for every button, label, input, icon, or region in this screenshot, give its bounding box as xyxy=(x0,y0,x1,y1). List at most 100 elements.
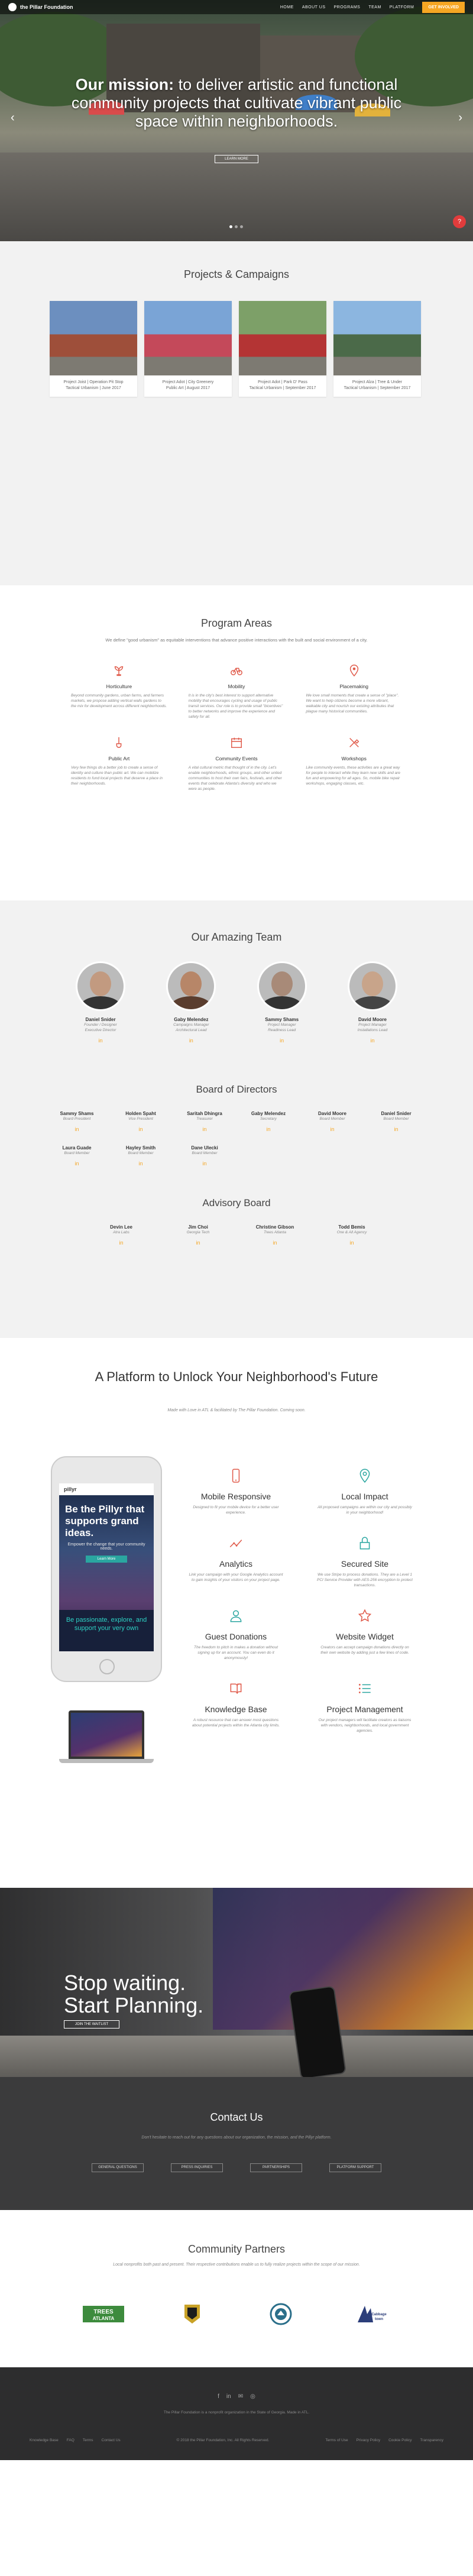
linkedin-icon[interactable]: in xyxy=(313,1240,390,1246)
team-member: David Moore Project Manager Installation… xyxy=(337,961,408,1044)
linkedin-icon[interactable]: in xyxy=(337,1038,408,1044)
footer-link-contact[interactable]: Contact Us xyxy=(102,2438,121,2442)
projects-grid: Project Joist | Operation Pit Stop Tactic… xyxy=(50,301,423,397)
programs-title: Program Areas xyxy=(200,617,273,629)
feature-name: Project Management xyxy=(326,1705,403,1714)
linkedin-icon[interactable]: in xyxy=(47,1161,106,1167)
person-name: Christine Gibson xyxy=(255,1224,294,1230)
footer-link-privacy[interactable]: Privacy Policy xyxy=(357,2438,380,2442)
linkedin-icon[interactable]: in xyxy=(303,1126,362,1132)
avatar xyxy=(257,961,307,1011)
next-slide-arrow-icon[interactable]: › xyxy=(458,111,462,125)
slide-dot[interactable] xyxy=(235,225,238,228)
partner-logo-badge[interactable] xyxy=(166,2301,219,2327)
linkedin-icon[interactable]: in xyxy=(237,1240,313,1246)
linkedin-icon[interactable]: in xyxy=(175,1126,234,1132)
footer-link-cookie[interactable]: Cookie Policy xyxy=(388,2438,412,2442)
partners-section: Community Partners Local nonprofits both… xyxy=(0,2210,473,2367)
footer-link-terms-of-use[interactable]: Terms of Use xyxy=(325,2438,348,2442)
program-horticulture: Horticulture Beyond community gardens, u… xyxy=(71,664,167,720)
feature-desc: We use Stripe to process donations. They… xyxy=(317,1573,413,1587)
person-role: Trees Atlanta xyxy=(264,1230,286,1234)
phone-mockup: pillyr Be the Pillyr that supports grand… xyxy=(51,1456,162,1682)
project-card[interactable]: Project Joist | Operation Pit Stop Tactic… xyxy=(50,301,137,397)
project-title: Project Alza | Tree & Under xyxy=(352,380,403,384)
feature-knowledge-base: Knowledge Base A robust resource that ca… xyxy=(182,1681,290,1733)
project-photo xyxy=(144,301,232,375)
person-role: Board Member xyxy=(319,1117,345,1121)
partner-logo-seal[interactable] xyxy=(254,2301,307,2327)
person-role: Vice President xyxy=(128,1117,153,1121)
project-meta: Tactical Urbanism | September 2017 xyxy=(249,386,316,390)
linkedin-icon[interactable]: in xyxy=(47,1126,106,1132)
linkedin-icon[interactable]: in xyxy=(367,1126,426,1132)
logo[interactable]: the Pillar Foundation xyxy=(8,3,73,11)
linkedin-icon[interactable]: in xyxy=(239,1126,298,1132)
feature-name: Analytics xyxy=(219,1559,253,1569)
instagram-icon[interactable]: ◎ xyxy=(250,2393,255,2400)
feature-website-widget: Website Widget Creators can accept campa… xyxy=(311,1608,419,1661)
feature-name: Secured Site xyxy=(341,1559,389,1569)
linkedin-icon[interactable]: in xyxy=(226,2393,231,2400)
slide-dot[interactable] xyxy=(229,225,232,228)
linkedin-icon[interactable]: in xyxy=(247,1038,318,1044)
team-member: Daniel Snider Founder / Designer Executi… xyxy=(65,961,136,1044)
press-inquiries-button[interactable]: Press Inquiries xyxy=(171,2163,223,2172)
person-role: Board Member xyxy=(383,1117,409,1121)
analytics-icon xyxy=(229,1540,242,1548)
project-photo xyxy=(333,301,421,375)
partnerships-button[interactable]: Partnerships xyxy=(250,2163,302,2172)
slide-dot[interactable] xyxy=(240,225,243,228)
general-questions-button[interactable]: General Questions xyxy=(92,2163,144,2172)
footer-link-knowledge-base[interactable]: Knowledge Base xyxy=(30,2438,59,2442)
feature-guest-donations: Guest Donations The freedom to pitch in … xyxy=(182,1608,290,1661)
person-name: Laura Guade xyxy=(62,1145,92,1151)
phone-learn-more-button[interactable]: Learn More xyxy=(86,1556,127,1563)
linkedin-icon[interactable]: in xyxy=(175,1161,234,1167)
feature-desc: Creators can accept campaign donations d… xyxy=(320,1645,409,1655)
help-chat-icon[interactable]: ? xyxy=(453,215,466,228)
member-role: Readiness Lead xyxy=(268,1028,296,1032)
nav-item-programs[interactable]: Programs xyxy=(333,5,360,9)
cta-banner: Stop waiting. Start Planning. Join the W… xyxy=(0,1888,473,2077)
linkedin-icon[interactable]: in xyxy=(111,1126,170,1132)
footer-link-terms[interactable]: Terms xyxy=(83,2438,93,2442)
linkedin-icon[interactable]: in xyxy=(83,1240,160,1246)
facebook-icon[interactable]: f xyxy=(218,2393,219,2400)
email-icon[interactable]: ✉ xyxy=(238,2393,243,2400)
list-icon xyxy=(358,1684,371,1693)
project-card[interactable]: Project Alza | Tree & Under Tactical Urba… xyxy=(333,301,421,397)
member-role: Executive Director xyxy=(85,1028,116,1032)
linkedin-icon[interactable]: in xyxy=(111,1161,170,1167)
partner-logo-trees-atlanta[interactable]: TREES ATLANTA xyxy=(77,2301,130,2327)
project-card[interactable]: Project Adot | Park D' Pass Tactical Urba… xyxy=(239,301,326,397)
program-desc: It is in the city's best interest to sup… xyxy=(188,694,283,719)
footer-link-transparency[interactable]: Transparency xyxy=(420,2438,444,2442)
location-pin-icon xyxy=(359,1469,370,1483)
contact-title: Contact Us xyxy=(210,2111,263,2123)
nav-item-team[interactable]: Team xyxy=(368,5,381,9)
program-name: Horticulture xyxy=(106,683,132,689)
nav-item-about[interactable]: About Us xyxy=(302,5,326,9)
linkedin-icon[interactable]: in xyxy=(160,1240,237,1246)
partner-logo-cabbagetown[interactable]: Cabbage town xyxy=(343,2301,396,2327)
person-role: Board Member xyxy=(192,1151,218,1155)
project-meta: Tactical Urbanism | June 2017 xyxy=(66,386,121,390)
get-involved-button[interactable]: Get Involved xyxy=(422,1,465,13)
laptop-screen xyxy=(69,1710,144,1759)
join-waitlist-button[interactable]: Join the Waitlist xyxy=(64,2020,119,2029)
feature-name: Local Impact xyxy=(341,1492,388,1501)
nav-item-platform[interactable]: Platform xyxy=(390,5,414,9)
hero-learn-more-button[interactable]: Learn More xyxy=(215,155,258,163)
linkedin-icon[interactable]: in xyxy=(155,1038,226,1044)
phone-headline: Be the Pillyr that supports grand ideas. xyxy=(65,1504,145,1538)
advisor: Todd Bemis One & All Agency in xyxy=(313,1224,390,1246)
partner-seal-logo xyxy=(270,2303,292,2325)
platform-support-button[interactable]: Platform Support xyxy=(329,2163,381,2172)
footer-link-faq[interactable]: FAQ xyxy=(67,2438,74,2442)
linkedin-icon[interactable]: in xyxy=(65,1038,136,1044)
project-card[interactable]: Project Adot | City Greenery Public Art |… xyxy=(144,301,232,397)
nav-item-home[interactable]: Home xyxy=(280,5,294,9)
programs-intro: We define "good urbanism" as equitable i… xyxy=(105,637,368,643)
prev-slide-arrow-icon[interactable]: ‹ xyxy=(11,111,15,125)
